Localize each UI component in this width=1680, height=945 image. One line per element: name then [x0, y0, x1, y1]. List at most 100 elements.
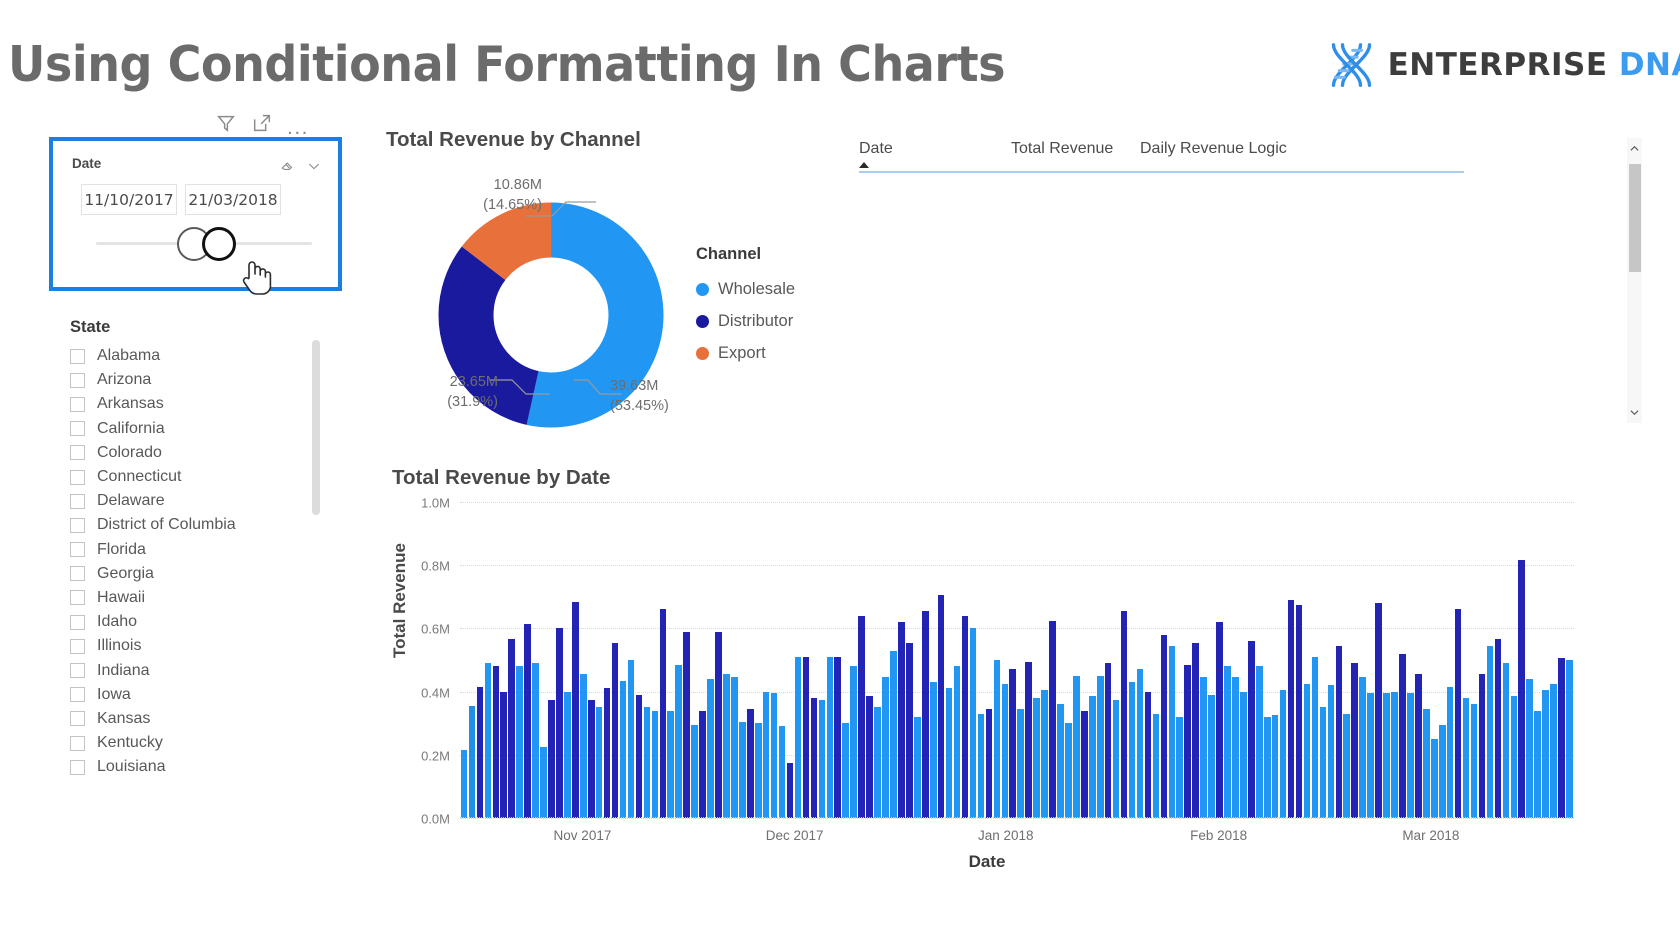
bar[interactable]	[890, 650, 897, 818]
state-list-item[interactable]: Connecticut	[68, 465, 330, 489]
state-slicer-list[interactable]: Alabama Arizona Arkansas California Colorado…	[68, 344, 330, 779]
state-list-item[interactable]: Idaho	[68, 610, 330, 634]
bar[interactable]	[969, 628, 977, 818]
state-checkbox[interactable]	[70, 614, 85, 630]
bar[interactable]	[508, 639, 515, 818]
bar[interactable]	[611, 642, 619, 818]
date-slider-handle-end[interactable]	[202, 227, 236, 261]
bar[interactable]	[866, 696, 873, 818]
bar[interactable]	[1566, 660, 1573, 818]
bar[interactable]	[762, 691, 770, 818]
bar[interactable]	[1399, 653, 1406, 818]
bar[interactable]	[1454, 609, 1462, 818]
bar[interactable]	[1510, 696, 1518, 818]
state-checkbox[interactable]	[70, 759, 85, 775]
bar[interactable]	[683, 631, 690, 818]
bar[interactable]	[1001, 683, 1009, 818]
bar[interactable]	[1550, 683, 1557, 818]
bar[interactable]	[619, 680, 627, 818]
state-checkbox[interactable]	[70, 687, 85, 703]
bar[interactable]	[929, 682, 937, 818]
bar[interactable]	[1327, 685, 1335, 818]
bar[interactable]	[1128, 682, 1136, 818]
revenue-table-visual[interactable]: Date Total Revenue Daily Revenue Logic	[845, 130, 1580, 440]
bar[interactable]	[556, 628, 563, 818]
bar[interactable]	[1184, 664, 1191, 818]
state-checkbox[interactable]	[70, 663, 85, 679]
state-list-item[interactable]: Hawaii	[68, 586, 330, 610]
bar-chart-visual[interactable]: Total Revenue by Date Total Revenue 0.0M…	[390, 466, 1582, 886]
state-checkbox[interactable]	[70, 445, 85, 461]
bar[interactable]	[635, 694, 643, 818]
bar[interactable]	[1192, 642, 1199, 818]
focus-mode-icon[interactable]	[251, 112, 273, 134]
bar[interactable]	[914, 716, 921, 818]
bar[interactable]	[627, 660, 635, 818]
bar[interactable]	[945, 688, 953, 818]
bar[interactable]	[993, 660, 1001, 818]
bar[interactable]	[1287, 599, 1295, 818]
bar[interactable]	[786, 762, 794, 818]
bar[interactable]	[1057, 704, 1064, 818]
bar[interactable]	[1208, 694, 1215, 818]
bar[interactable]	[603, 688, 611, 818]
bar[interactable]	[770, 693, 778, 818]
bar[interactable]	[651, 710, 659, 818]
state-checkbox[interactable]	[70, 517, 85, 533]
bar[interactable]	[1351, 663, 1359, 818]
bar-chart-bars[interactable]	[460, 502, 1574, 818]
bar[interactable]	[675, 664, 682, 818]
bar[interactable]	[643, 707, 651, 818]
bar[interactable]	[1343, 713, 1351, 818]
funnel-icon[interactable]	[215, 112, 237, 134]
state-list-item[interactable]: Kansas	[68, 707, 330, 731]
bar[interactable]	[1200, 677, 1207, 818]
bar[interactable]	[1176, 716, 1184, 818]
bar[interactable]	[468, 705, 476, 818]
date-slicer[interactable]: Date 11/10/2017 21/03/2018	[49, 137, 342, 295]
bar[interactable]	[810, 697, 818, 818]
bar[interactable]	[699, 710, 706, 818]
table-scrollbar-thumb[interactable]	[1628, 164, 1641, 272]
bar[interactable]	[1271, 715, 1279, 818]
state-checkbox[interactable]	[70, 590, 85, 606]
bar[interactable]	[1025, 661, 1032, 818]
state-list-item[interactable]: Delaware	[68, 489, 330, 513]
bar[interactable]	[1295, 604, 1303, 818]
bar[interactable]	[731, 677, 738, 818]
bar[interactable]	[579, 674, 587, 818]
bar[interactable]	[1446, 686, 1454, 818]
bar[interactable]	[1478, 674, 1486, 818]
bar[interactable]	[1009, 669, 1017, 818]
state-list-item[interactable]: Colorado	[68, 441, 330, 465]
legend-item-export[interactable]: Export	[696, 337, 795, 369]
bar[interactable]	[492, 666, 500, 818]
bar[interactable]	[1415, 674, 1422, 818]
bar[interactable]	[874, 707, 881, 818]
bar[interactable]	[1120, 611, 1128, 818]
bar[interactable]	[524, 623, 531, 818]
bar[interactable]	[540, 746, 547, 818]
bar[interactable]	[826, 656, 834, 818]
state-list-item[interactable]: Illinois	[68, 634, 330, 658]
bar[interactable]	[1224, 666, 1231, 818]
bar[interactable]	[1017, 708, 1024, 818]
date-to-input[interactable]: 21/03/2018	[185, 184, 281, 215]
bar[interactable]	[1367, 693, 1374, 818]
bar[interactable]	[1486, 645, 1494, 818]
bar[interactable]	[715, 631, 722, 818]
bar[interactable]	[1423, 708, 1430, 818]
bar[interactable]	[1494, 639, 1502, 818]
bar[interactable]	[754, 723, 762, 818]
bar[interactable]	[595, 707, 603, 818]
state-list-item[interactable]: District of Columbia	[68, 513, 330, 537]
bar[interactable]	[1248, 641, 1255, 818]
eraser-icon[interactable]	[278, 156, 295, 173]
bar[interactable]	[739, 721, 746, 818]
bar[interactable]	[460, 750, 468, 818]
chevron-down-icon[interactable]	[306, 158, 322, 174]
bar[interactable]	[1359, 677, 1366, 818]
bar[interactable]	[898, 622, 905, 818]
table-scrollbar[interactable]	[1627, 138, 1642, 423]
bar[interactable]	[659, 609, 667, 818]
